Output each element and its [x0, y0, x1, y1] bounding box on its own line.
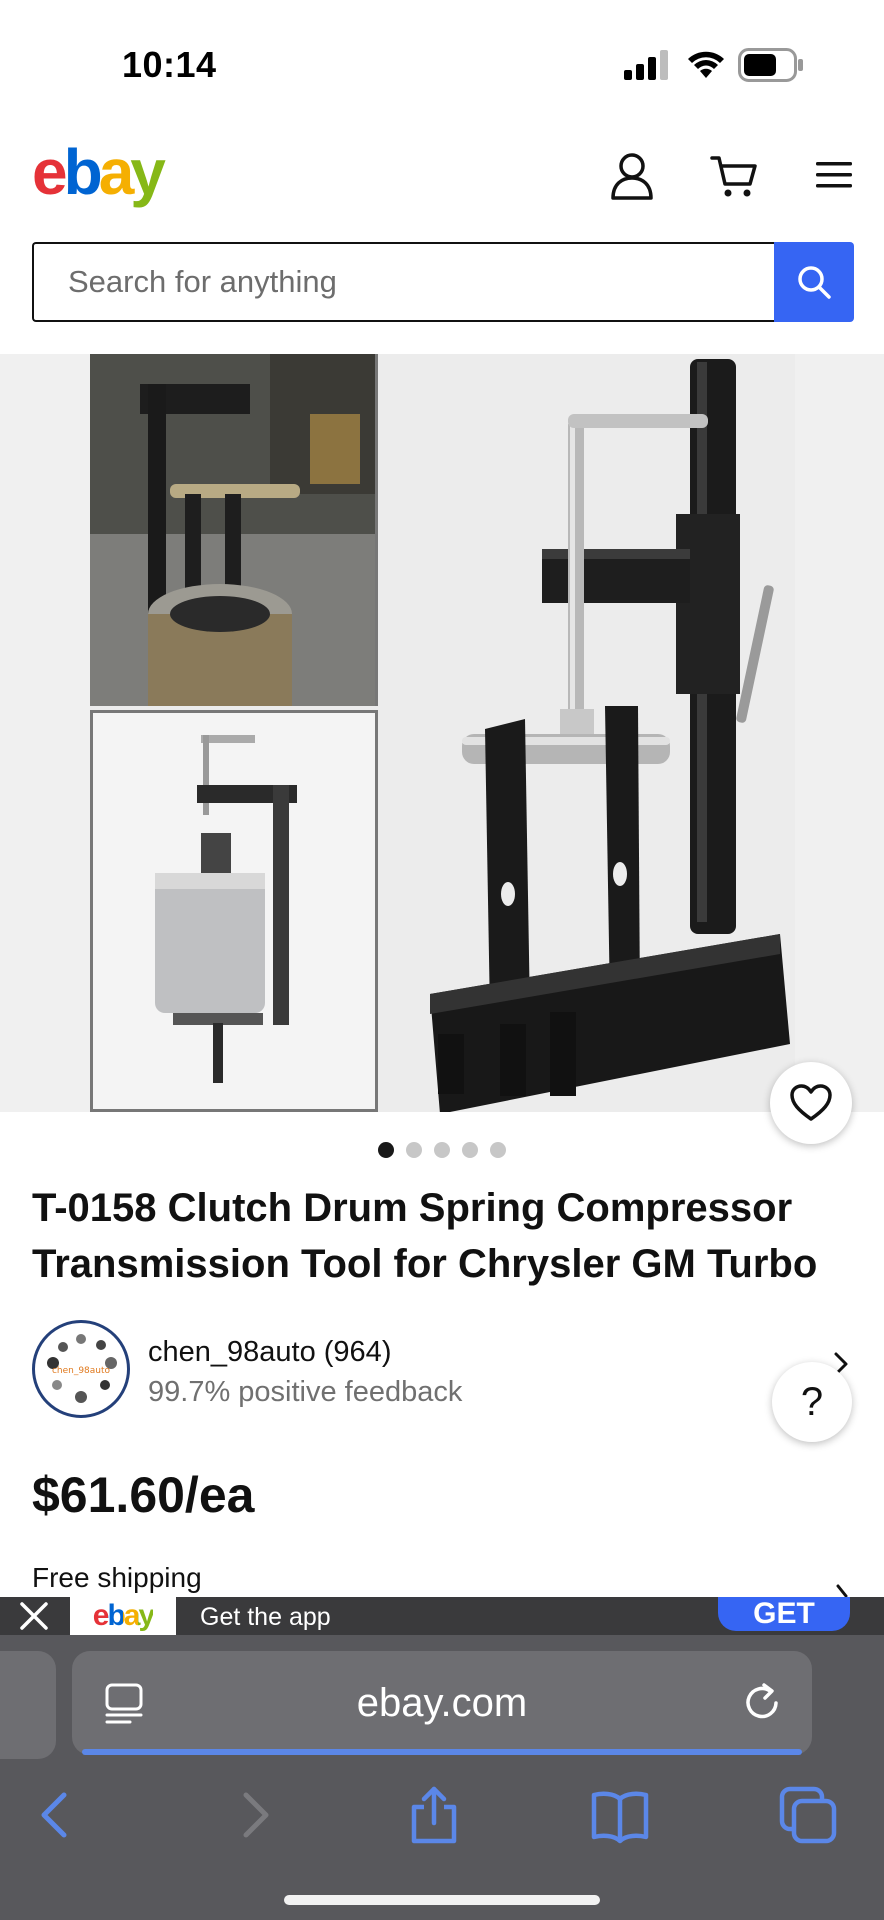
url-text[interactable]: ebay.com	[72, 1681, 812, 1726]
browser-nav-row	[0, 1775, 884, 1855]
gallery-pagination[interactable]	[378, 1142, 506, 1158]
status-time: 10:14	[122, 44, 217, 85]
item-price: $61.60/ea	[32, 1467, 255, 1523]
chevron-right-icon[interactable]	[832, 1584, 852, 1598]
seller-feedback: 99.7% positive feedback	[148, 1376, 463, 1408]
ebay-logo[interactable]: ebay	[32, 140, 166, 204]
product-image-gallery[interactable]	[0, 354, 884, 1112]
wifi-icon	[688, 51, 724, 78]
search-bar: Search for anything	[32, 242, 854, 322]
banner-text: Get the app	[200, 1603, 331, 1631]
share-icon[interactable]	[404, 1785, 464, 1845]
help-button[interactable]: ?	[772, 1362, 852, 1442]
watchlist-button[interactable]	[770, 1062, 852, 1144]
seller-logo-image: chen_98auto	[37, 1325, 125, 1413]
bookmarks-icon[interactable]	[590, 1785, 650, 1845]
banner-logo-text: ebay	[92, 1599, 155, 1632]
reload-icon[interactable]	[740, 1681, 784, 1725]
home-indicator[interactable]	[284, 1895, 600, 1905]
app-install-banner: ebay Get the app GET	[0, 1597, 884, 1635]
listing-title: T-0158 Clutch Drum Spring Compressor Tra…	[32, 1186, 818, 1286]
svg-text:chen_98auto: chen_98auto	[52, 1366, 111, 1376]
get-app-button[interactable]: GET	[718, 1597, 850, 1631]
battery-icon	[738, 48, 803, 82]
close-icon[interactable]	[18, 1601, 50, 1631]
ebay-app-logo: ebay	[70, 1597, 176, 1635]
cart-icon[interactable]	[710, 152, 758, 200]
user-icon[interactable]	[610, 152, 654, 200]
pagination-dot[interactable]	[462, 1142, 478, 1158]
pagination-dot[interactable]	[490, 1142, 506, 1158]
pagination-dot[interactable]	[434, 1142, 450, 1158]
inset-photo-assembled	[90, 710, 378, 1112]
previous-tab-preview[interactable]	[0, 1651, 56, 1759]
forward-icon[interactable]	[222, 1785, 282, 1845]
status-bar: 10:14	[0, 0, 884, 120]
search-icon	[798, 266, 831, 299]
shipping-info: Free shipping	[32, 1562, 202, 1593]
search-input[interactable]: Search for anything	[32, 242, 774, 322]
address-bar[interactable]: ebay.com	[72, 1651, 812, 1755]
pagination-dot[interactable]	[378, 1142, 394, 1158]
back-icon[interactable]	[28, 1785, 88, 1845]
heart-icon	[790, 1084, 832, 1121]
seller-info[interactable]: chen_98auto chen_98auto (964) 99.7% posi…	[32, 1320, 852, 1420]
page-load-progress	[82, 1749, 802, 1755]
inset-photo-in-use	[90, 354, 378, 706]
tabs-icon[interactable]	[778, 1785, 838, 1845]
site-header: ebay	[0, 120, 884, 230]
seller-avatar[interactable]: chen_98auto	[32, 1320, 130, 1418]
seller-name[interactable]: chen_98auto (964)	[148, 1336, 391, 1369]
browser-toolbar: ebay.com	[0, 1635, 884, 1920]
cellular-signal-icon	[624, 50, 668, 80]
search-button[interactable]	[774, 242, 854, 322]
pagination-dot[interactable]	[406, 1142, 422, 1158]
menu-icon[interactable]	[814, 158, 854, 192]
